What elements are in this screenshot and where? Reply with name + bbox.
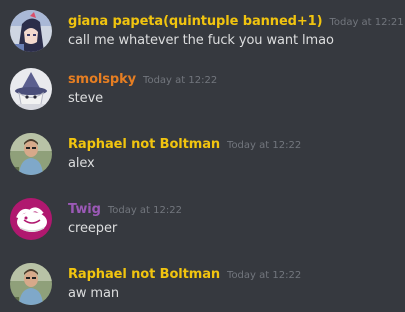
username[interactable]: Twig xyxy=(68,202,101,217)
avatar[interactable] xyxy=(10,68,52,110)
message-text: alex xyxy=(68,156,95,171)
message-item: Raphael not Boltman Today at 12:22 alex xyxy=(0,133,405,185)
message-text: steve xyxy=(68,91,104,106)
avatar[interactable] xyxy=(10,10,52,52)
username[interactable]: Raphael not Boltman xyxy=(68,137,220,152)
username[interactable]: smolspky xyxy=(68,72,136,87)
person-photo-avatar-icon xyxy=(10,263,52,305)
username[interactable]: Raphael not Boltman xyxy=(68,267,220,282)
timestamp[interactable]: Today at 12:22 xyxy=(143,75,217,86)
anime-girl-avatar-icon xyxy=(10,10,52,52)
message-text: call me whatever the fuck you want lmao xyxy=(68,33,334,48)
username[interactable]: giana papeta(quintuple banned+1) xyxy=(68,14,323,29)
message-text: aw man xyxy=(68,286,120,301)
message-text: creeper xyxy=(68,221,118,236)
message-item: giana papeta(quintuple banned+1) Today at… xyxy=(0,10,405,62)
timestamp[interactable]: Today at 12:22 xyxy=(108,205,182,216)
avatar[interactable] xyxy=(10,133,52,175)
chat-message-list: giana papeta(quintuple banned+1) Today at… xyxy=(0,0,405,312)
message-header: giana papeta(quintuple banned+1) Today at… xyxy=(68,10,404,33)
message-header: Raphael not Boltman Today at 12:22 xyxy=(68,263,301,286)
timestamp[interactable]: Today at 12:22 xyxy=(227,140,301,151)
message-header: smolspky Today at 12:22 xyxy=(68,68,217,91)
avatar[interactable] xyxy=(10,198,52,240)
message-item: Raphael not Boltman Today at 12:22 aw man xyxy=(0,263,405,312)
message-header: Raphael not Boltman Today at 12:22 xyxy=(68,133,301,156)
message-item: Twig Today at 12:22 creeper xyxy=(0,198,405,250)
avatar[interactable] xyxy=(10,263,52,305)
message-header: Twig Today at 12:22 xyxy=(68,198,182,221)
cartoon-creature-avatar-icon xyxy=(10,198,52,240)
timestamp[interactable]: Today at 12:22 xyxy=(227,270,301,281)
message-item: smolspky Today at 12:22 steve xyxy=(0,68,405,120)
wizard-hat-avatar-icon xyxy=(10,68,52,110)
timestamp[interactable]: Today at 12:21 xyxy=(329,17,403,28)
person-photo-avatar-icon xyxy=(10,133,52,175)
